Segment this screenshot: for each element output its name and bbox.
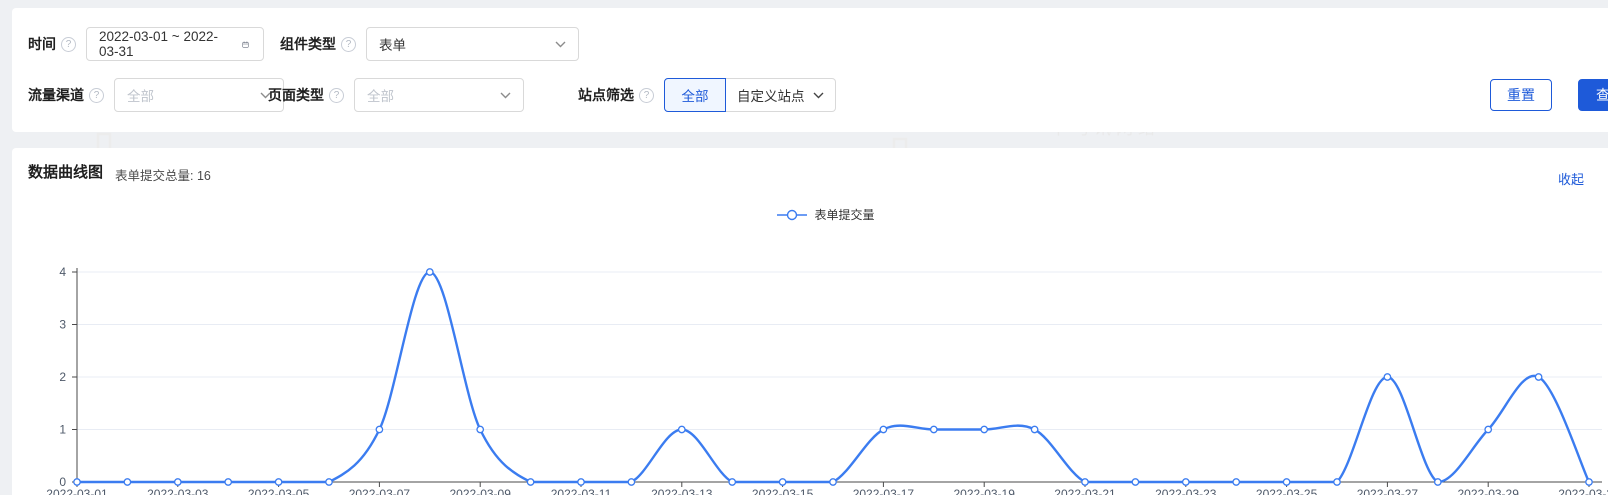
page-type-placeholder: 全部 bbox=[367, 85, 394, 105]
data-point bbox=[427, 269, 433, 275]
data-point bbox=[1183, 479, 1189, 485]
data-point bbox=[1384, 374, 1390, 380]
query-button[interactable]: 查询 bbox=[1578, 79, 1608, 111]
data-point bbox=[981, 426, 987, 432]
data-point bbox=[1233, 479, 1239, 485]
x-tick-label: 2022-03-03 bbox=[147, 487, 209, 495]
help-icon[interactable]: ? bbox=[341, 37, 356, 52]
x-tick-label: 2022-03-23 bbox=[1155, 487, 1217, 495]
chevron-down-icon bbox=[555, 41, 566, 48]
data-point bbox=[74, 479, 80, 485]
x-tick-label: 2022-03-29 bbox=[1458, 487, 1520, 495]
help-icon[interactable]: ? bbox=[89, 88, 104, 103]
calendar-icon bbox=[240, 41, 251, 48]
component-type-select[interactable]: 表单 bbox=[366, 27, 579, 61]
data-point bbox=[1132, 479, 1138, 485]
site-filter-all-button[interactable]: 全部 bbox=[664, 78, 726, 112]
x-tick-label: 2022-03-13 bbox=[651, 487, 713, 495]
reset-button[interactable]: 重置 bbox=[1490, 79, 1552, 111]
data-point bbox=[1435, 479, 1441, 485]
data-point bbox=[830, 479, 836, 485]
data-point bbox=[1334, 479, 1340, 485]
y-tick-label: 2 bbox=[59, 370, 66, 384]
data-point bbox=[124, 479, 130, 485]
help-icon[interactable]: ? bbox=[639, 88, 654, 103]
y-tick-label: 4 bbox=[59, 265, 66, 279]
y-tick-label: 3 bbox=[59, 318, 66, 332]
grid-lines bbox=[77, 272, 1602, 430]
filter-panel: 时间 ? 2022-03-01 ~ 2022-03-31 组件类型 ? 表单 bbox=[12, 8, 1608, 132]
x-tick-label: 2022-03-01 bbox=[46, 487, 108, 495]
help-icon[interactable]: ? bbox=[329, 88, 344, 103]
data-point bbox=[326, 479, 332, 485]
filter-traffic-channel: 流量渠道 ? 全部 bbox=[28, 78, 284, 112]
chevron-down-icon bbox=[813, 92, 824, 99]
filter-component-type-label: 组件类型 bbox=[280, 34, 336, 54]
data-point bbox=[1535, 374, 1541, 380]
x-tick-label: 2022-03-17 bbox=[853, 487, 915, 495]
data-point bbox=[931, 426, 937, 432]
x-tick-label: 2022-03-21 bbox=[1054, 487, 1116, 495]
x-tick-label: 2022-03-31 bbox=[1558, 487, 1608, 495]
data-point bbox=[275, 479, 281, 485]
x-tick-label: 2022-03-09 bbox=[450, 487, 512, 495]
analytics-page: 千马讯网络千马讯网络千马讯网络千马讯网络千马讯网络千马讯网络千马讯网络千马讯网络… bbox=[0, 0, 1608, 495]
data-point bbox=[175, 479, 181, 485]
data-point bbox=[1586, 479, 1592, 485]
page-type-select[interactable]: 全部 bbox=[354, 78, 524, 112]
x-tick-label: 2022-03-27 bbox=[1357, 487, 1419, 495]
axes: 012342022-03-012022-03-032022-03-052022-… bbox=[46, 265, 1608, 495]
x-tick-label: 2022-03-19 bbox=[954, 487, 1016, 495]
chart-panel: 数据曲线图 表单提交总量: 16 收起 表单提交量 012342022-03-0… bbox=[12, 148, 1608, 495]
traffic-channel-select[interactable]: 全部 bbox=[114, 78, 284, 112]
data-point bbox=[628, 479, 634, 485]
date-range-value: 2022-03-01 ~ 2022-03-31 bbox=[99, 29, 232, 59]
y-tick-label: 1 bbox=[59, 423, 66, 437]
data-point bbox=[779, 479, 785, 485]
data-point bbox=[578, 479, 584, 485]
filter-page-type-label: 页面类型 bbox=[268, 85, 324, 105]
filter-time: 时间 ? 2022-03-01 ~ 2022-03-31 bbox=[28, 27, 264, 61]
filter-component-type: 组件类型 ? 表单 bbox=[280, 27, 579, 61]
line-chart[interactable]: 012342022-03-012022-03-032022-03-052022-… bbox=[12, 148, 1608, 495]
data-point bbox=[1485, 426, 1491, 432]
data-point bbox=[376, 426, 382, 432]
data-point bbox=[1082, 479, 1088, 485]
x-tick-label: 2022-03-11 bbox=[551, 487, 612, 495]
data-point bbox=[225, 479, 231, 485]
filter-site-label: 站点筛选 bbox=[578, 85, 634, 105]
chevron-down-icon bbox=[500, 92, 511, 99]
component-type-value: 表单 bbox=[379, 34, 406, 54]
data-point bbox=[477, 426, 483, 432]
data-point bbox=[880, 426, 886, 432]
filter-time-label: 时间 bbox=[28, 34, 56, 54]
data-point bbox=[1283, 479, 1289, 485]
data-point bbox=[679, 426, 685, 432]
data-point bbox=[1031, 426, 1037, 432]
x-tick-label: 2022-03-25 bbox=[1256, 487, 1318, 495]
filter-traffic-channel-label: 流量渠道 bbox=[28, 85, 84, 105]
help-icon[interactable]: ? bbox=[61, 37, 76, 52]
x-tick-label: 2022-03-05 bbox=[248, 487, 310, 495]
site-filter-segmented: 全部 自定义站点 bbox=[664, 78, 836, 112]
x-tick-label: 2022-03-15 bbox=[752, 487, 814, 495]
data-point bbox=[527, 479, 533, 485]
filter-site: 站点筛选 ? 全部 自定义站点 bbox=[578, 78, 836, 112]
date-range-input[interactable]: 2022-03-01 ~ 2022-03-31 bbox=[86, 27, 264, 61]
traffic-channel-placeholder: 全部 bbox=[127, 85, 154, 105]
data-point bbox=[729, 479, 735, 485]
site-filter-custom-button[interactable]: 自定义站点 bbox=[726, 78, 836, 112]
filter-page-type: 页面类型 ? 全部 bbox=[268, 78, 524, 112]
site-filter-custom-label: 自定义站点 bbox=[737, 85, 805, 105]
x-tick-label: 2022-03-07 bbox=[349, 487, 411, 495]
